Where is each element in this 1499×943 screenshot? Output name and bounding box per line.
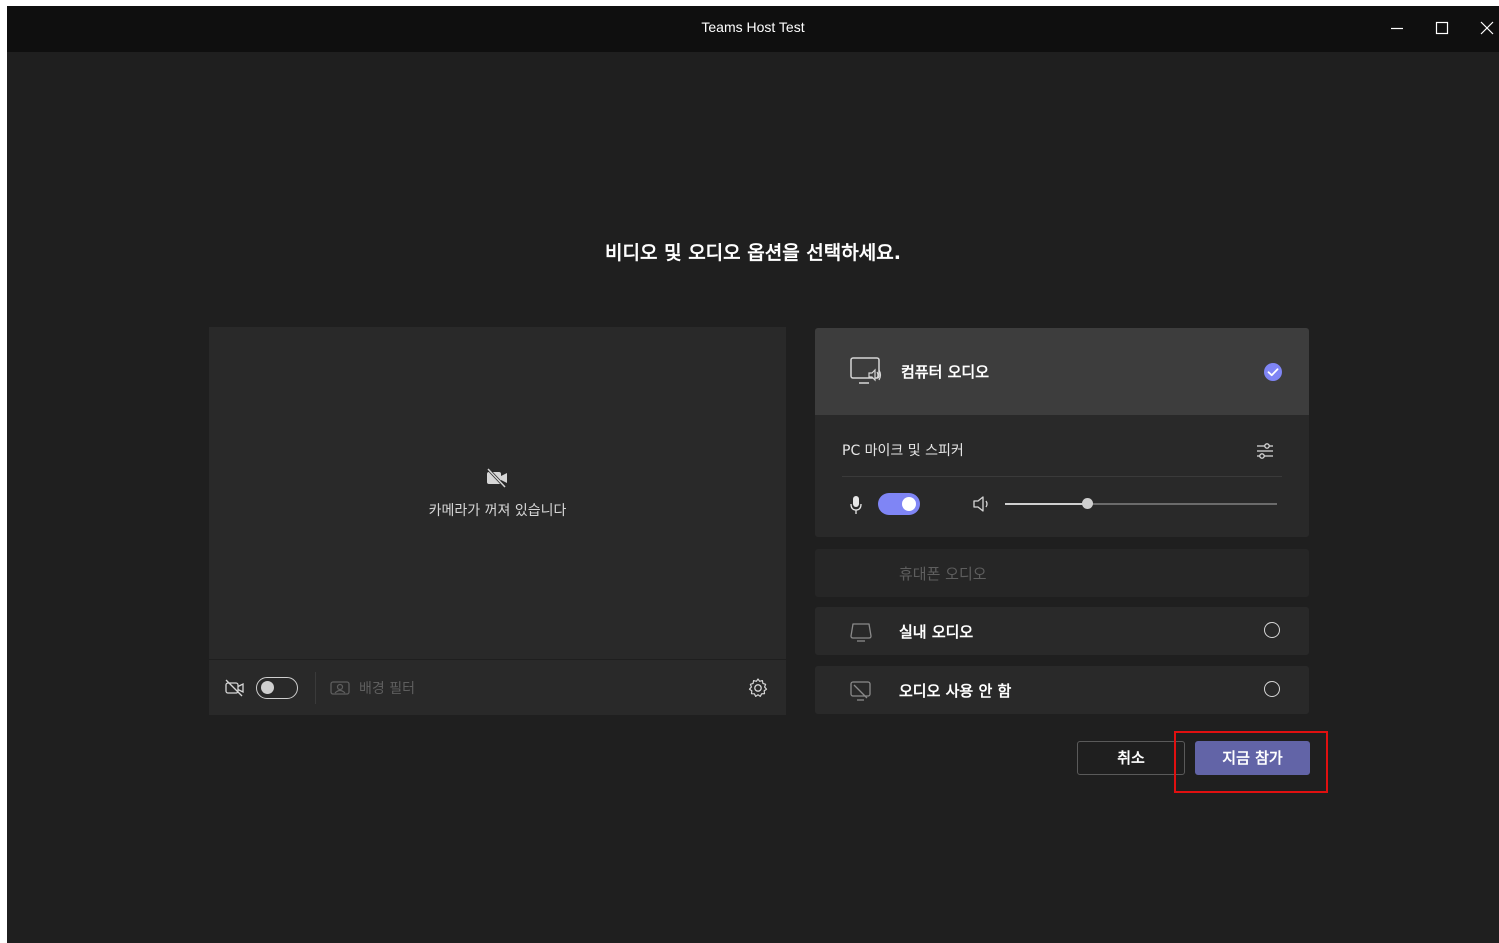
volume-slider-fill	[1005, 503, 1087, 505]
close-icon[interactable]	[1477, 18, 1497, 38]
minimize-icon[interactable]	[1387, 18, 1407, 38]
page-title: 비디오 및 오디오 옵션을 선택하세요.	[605, 242, 901, 264]
toggle-knob	[261, 681, 274, 694]
room-audio-option[interactable]: 실내 오디오	[815, 607, 1309, 655]
join-now-button[interactable]: 지금 참가	[1195, 741, 1310, 775]
device-settings-icon[interactable]	[1255, 441, 1275, 465]
phone-audio-option: 휴대폰 오디오	[815, 549, 1309, 597]
camera-off-icon	[485, 467, 509, 492]
mic-icon	[849, 495, 863, 519]
background-filter-button[interactable]: 배경 필터	[359, 678, 415, 698]
speaker-icon	[972, 495, 992, 517]
camera-toggle[interactable]	[256, 677, 298, 699]
background-filter-icon	[330, 680, 350, 700]
maximize-icon[interactable]	[1432, 18, 1452, 38]
computer-audio-label: 컴퓨터 오디오	[901, 363, 990, 381]
no-audio-label: 오디오 사용 안 함	[899, 682, 1012, 700]
audio-device-label: PC 마이크 및 스피커	[842, 443, 964, 459]
room-audio-label: 실내 오디오	[899, 623, 974, 641]
no-audio-radio[interactable]	[1264, 681, 1280, 697]
room-audio-radio[interactable]	[1264, 622, 1280, 638]
gear-icon[interactable]	[747, 677, 769, 703]
mic-toggle[interactable]	[878, 493, 920, 515]
computer-audio-option[interactable]: 컴퓨터 오디오 PC 마이크 및 스피커	[815, 328, 1309, 537]
video-preview-panel: 카메라가 꺼져 있습니다 배경 필터	[209, 327, 786, 715]
no-audio-icon	[849, 680, 873, 706]
cancel-button[interactable]: 취소	[1077, 741, 1185, 775]
volume-slider-thumb[interactable]	[1081, 498, 1093, 509]
card-divider	[842, 476, 1282, 477]
check-circle-icon	[1263, 362, 1283, 386]
video-toolbar: 배경 필터	[209, 659, 786, 715]
phone-audio-label: 휴대폰 오디오	[899, 565, 987, 583]
room-audio-icon	[849, 621, 873, 647]
no-audio-option[interactable]: 오디오 사용 안 함	[815, 666, 1309, 714]
video-preview: 카메라가 꺼져 있습니다	[209, 327, 786, 658]
title-bar: Teams Host Test	[7, 6, 1499, 52]
toolbar-divider	[315, 672, 316, 704]
computer-audio-icon	[849, 356, 883, 392]
camera-off-text: 카메라가 꺼져 있습니다	[428, 503, 567, 519]
teams-window: Teams Host Test 비디오 및 오디오 옵션을 선택하세요. 카메라…	[7, 6, 1499, 943]
toggle-knob	[902, 497, 916, 511]
volume-slider[interactable]	[1005, 498, 1277, 509]
computer-audio-header[interactable]: 컴퓨터 오디오	[815, 328, 1309, 415]
camera-off-icon	[224, 679, 246, 701]
window-title: Teams Host Test	[701, 19, 805, 35]
